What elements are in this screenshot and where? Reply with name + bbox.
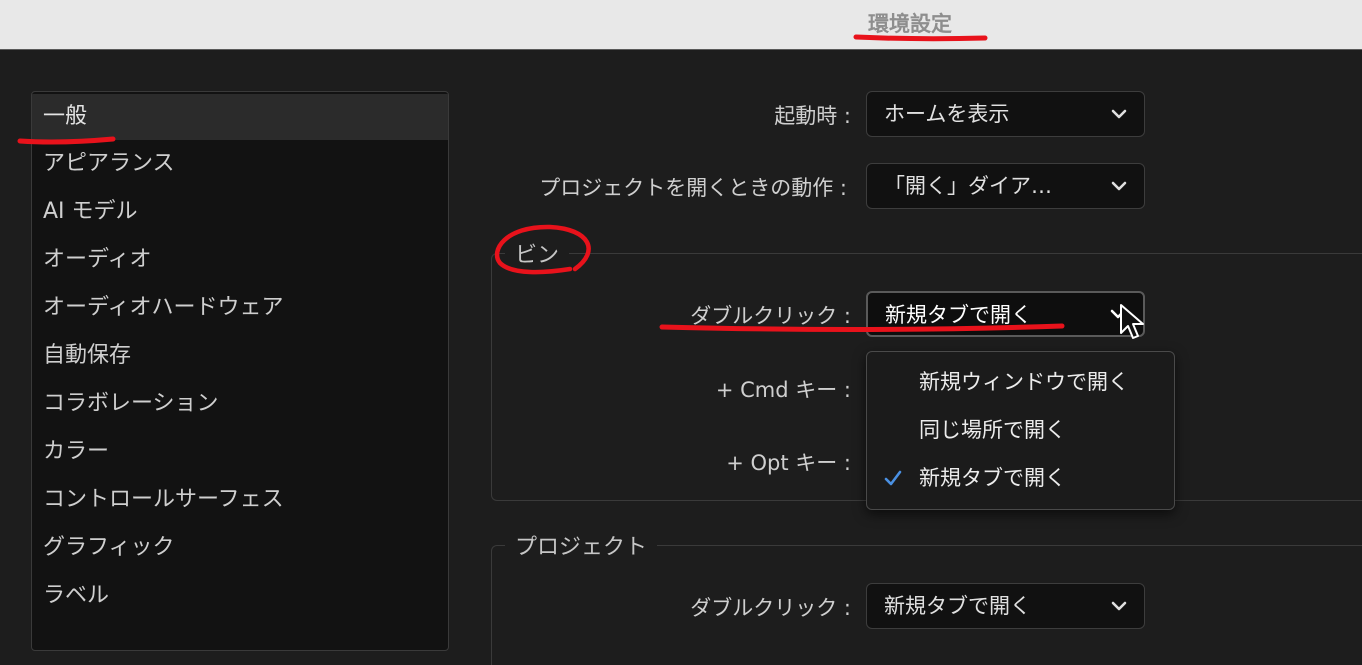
project-double-click-select[interactable]: 新規タブで開く (866, 583, 1145, 629)
menu-item-new-window[interactable]: 新規ウィンドウで開く (867, 360, 1174, 404)
sidebar-item-ai-model[interactable]: AI モデル (32, 188, 448, 236)
bins-cmd-label: + Cmd キー : (715, 378, 851, 402)
mouse-pointer-icon (1120, 304, 1144, 339)
open-project-select-value: 「開く」ダイア… (884, 174, 1052, 198)
open-project-select[interactable]: 「開く」ダイア… (866, 163, 1145, 209)
open-project-label: プロジェクトを開くときの動作 : (539, 176, 847, 200)
sidebar-item-audio-hardware[interactable]: オーディオハードウェア (32, 284, 448, 332)
sidebar-item-control-surface[interactable]: コントロールサーフェス (32, 476, 448, 524)
project-double-click-select-value: 新規タブで開く (884, 594, 1031, 618)
startup-select-value: ホームを表示 (884, 102, 1010, 126)
checkmark-icon (884, 470, 902, 486)
startup-label: 起動時 : (774, 104, 851, 128)
chevron-down-icon (1111, 181, 1127, 191)
bins-group-title: ビン (505, 237, 570, 269)
menu-item-label: 同じ場所で開く (919, 418, 1066, 442)
preferences-content: 一般 アピアランス AI モデル オーディオ オーディオハードウェア 自動保存 … (0, 51, 1362, 665)
chevron-down-icon (1111, 601, 1127, 611)
project-group-title: プロジェクト (505, 529, 658, 561)
window-titlebar: 環境設定 (0, 0, 1362, 50)
chevron-down-icon (1111, 109, 1127, 119)
bins-double-click-label: ダブルクリック : (690, 304, 851, 328)
startup-select[interactable]: ホームを表示 (866, 91, 1145, 137)
project-double-click-label: ダブルクリック : (690, 596, 851, 620)
sidebar-item-labels[interactable]: ラベル (32, 572, 448, 620)
sidebar-item-autosave[interactable]: 自動保存 (32, 332, 448, 380)
sidebar-item-collaboration[interactable]: コラボレーション (32, 380, 448, 428)
sidebar-item-graphics[interactable]: グラフィック (32, 524, 448, 572)
sidebar-item-audio[interactable]: オーディオ (32, 236, 448, 284)
sidebar: 一般 アピアランス AI モデル オーディオ オーディオハードウェア 自動保存 … (31, 91, 449, 651)
sidebar-item-general[interactable]: 一般 (32, 94, 448, 140)
bins-double-click-select[interactable]: 新規タブで開く (866, 291, 1145, 337)
menu-item-label: 新規ウィンドウで開く (919, 370, 1129, 394)
menu-item-new-tab[interactable]: 新規タブで開く (867, 456, 1174, 500)
bins-opt-label: + Opt キー : (726, 451, 851, 475)
bins-double-click-select-value: 新規タブで開く (885, 303, 1032, 327)
menu-item-label: 新規タブで開く (919, 466, 1066, 490)
double-click-dropdown-menu: 新規ウィンドウで開く 同じ場所で開く 新規タブで開く (866, 351, 1175, 510)
sidebar-item-color[interactable]: カラー (32, 428, 448, 476)
window-title: 環境設定 (868, 12, 952, 36)
sidebar-item-appearance[interactable]: アピアランス (32, 140, 448, 188)
menu-item-same-place[interactable]: 同じ場所で開く (867, 408, 1174, 452)
